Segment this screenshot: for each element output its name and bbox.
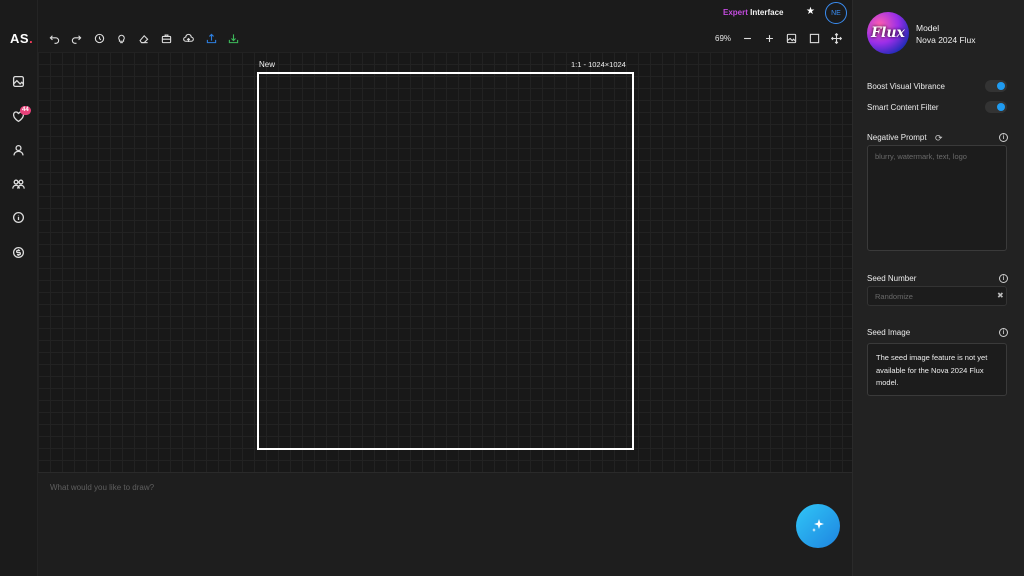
info-icon[interactable] — [11, 210, 26, 225]
negative-prompt-input[interactable] — [867, 145, 1007, 251]
image-frame-icon[interactable] — [785, 32, 798, 45]
vibrance-label: Boost Visual Vibrance — [867, 82, 945, 91]
clear-icon[interactable]: ✖ — [997, 291, 1004, 300]
content-filter-label: Smart Content Filter — [867, 103, 939, 112]
seed-image-label: Seed Image — [867, 328, 911, 337]
dollar-icon[interactable] — [11, 245, 26, 260]
move-icon[interactable] — [830, 32, 843, 45]
frame-size: 1:1 - 1024×1024 — [571, 60, 626, 69]
seed-number-label: Seed Number — [867, 274, 917, 283]
app-root: AS. 44 Expert Interface ★ NE 69% New 1:1… — [0, 0, 1024, 576]
briefcase-icon[interactable] — [160, 32, 173, 45]
app-logo[interactable]: AS. — [10, 31, 33, 46]
interface-label: Interface — [747, 8, 784, 17]
info-icon[interactable]: i — [999, 133, 1008, 142]
zoom-in-icon[interactable] — [763, 32, 776, 45]
model-label: Model — [916, 23, 940, 33]
image-icon[interactable] — [11, 74, 26, 89]
settings-panel: Flux Model Nova 2024 Flux Boost Visual V… — [852, 0, 1024, 576]
drawing-canvas[interactable]: New 1:1 - 1024×1024 — [38, 52, 852, 472]
expert-label: Expert — [723, 8, 748, 17]
generate-button[interactable] — [796, 504, 840, 548]
info-icon[interactable]: i — [999, 328, 1008, 337]
negative-prompt-label: Negative Prompt — [867, 133, 927, 142]
model-thumbnail[interactable]: Flux — [867, 12, 909, 54]
info-icon[interactable]: i — [999, 274, 1008, 283]
zoom-level: 69% — [715, 34, 732, 43]
history-icon[interactable] — [93, 32, 106, 45]
user-icon[interactable] — [11, 143, 26, 158]
cloud-upload-icon[interactable] — [182, 32, 195, 45]
download-icon[interactable] — [227, 32, 240, 45]
logo-text: AS — [10, 31, 30, 46]
prompt-area — [38, 472, 852, 576]
vibrance-toggle[interactable] — [985, 80, 1007, 92]
image-frame[interactable] — [257, 72, 634, 450]
eraser-icon[interactable] — [137, 32, 150, 45]
model-name[interactable]: Nova 2024 Flux — [916, 35, 976, 45]
square-icon[interactable] — [808, 32, 821, 45]
prompt-input[interactable] — [50, 483, 790, 563]
expert-interface-toggle[interactable]: Expert Interface — [723, 8, 783, 17]
upload-icon[interactable] — [205, 32, 218, 45]
seed-number-input[interactable] — [867, 286, 1007, 306]
seed-image-note: The seed image feature is not yet availa… — [867, 343, 1007, 396]
model-thumb-text: Flux — [871, 25, 905, 41]
zoom-out-icon[interactable] — [741, 32, 754, 45]
left-sidebar: AS. 44 — [0, 0, 38, 576]
refresh-icon[interactable]: ⟳ — [935, 133, 943, 144]
lightbulb-icon[interactable] — [115, 32, 128, 45]
content-filter-toggle[interactable] — [985, 101, 1007, 113]
user-avatar[interactable]: NE — [825, 2, 847, 24]
users-icon[interactable] — [11, 177, 26, 192]
frame-label: New — [259, 60, 276, 69]
top-toolbar: Expert Interface ★ NE 69% — [38, 0, 852, 52]
sparkle-icon — [812, 519, 824, 532]
logo-dot: . — [29, 31, 34, 46]
star-icon[interactable]: ★ — [806, 6, 815, 17]
undo-icon[interactable] — [48, 32, 61, 45]
favorites-count-badge: 44 — [20, 106, 31, 115]
redo-icon[interactable] — [70, 32, 83, 45]
